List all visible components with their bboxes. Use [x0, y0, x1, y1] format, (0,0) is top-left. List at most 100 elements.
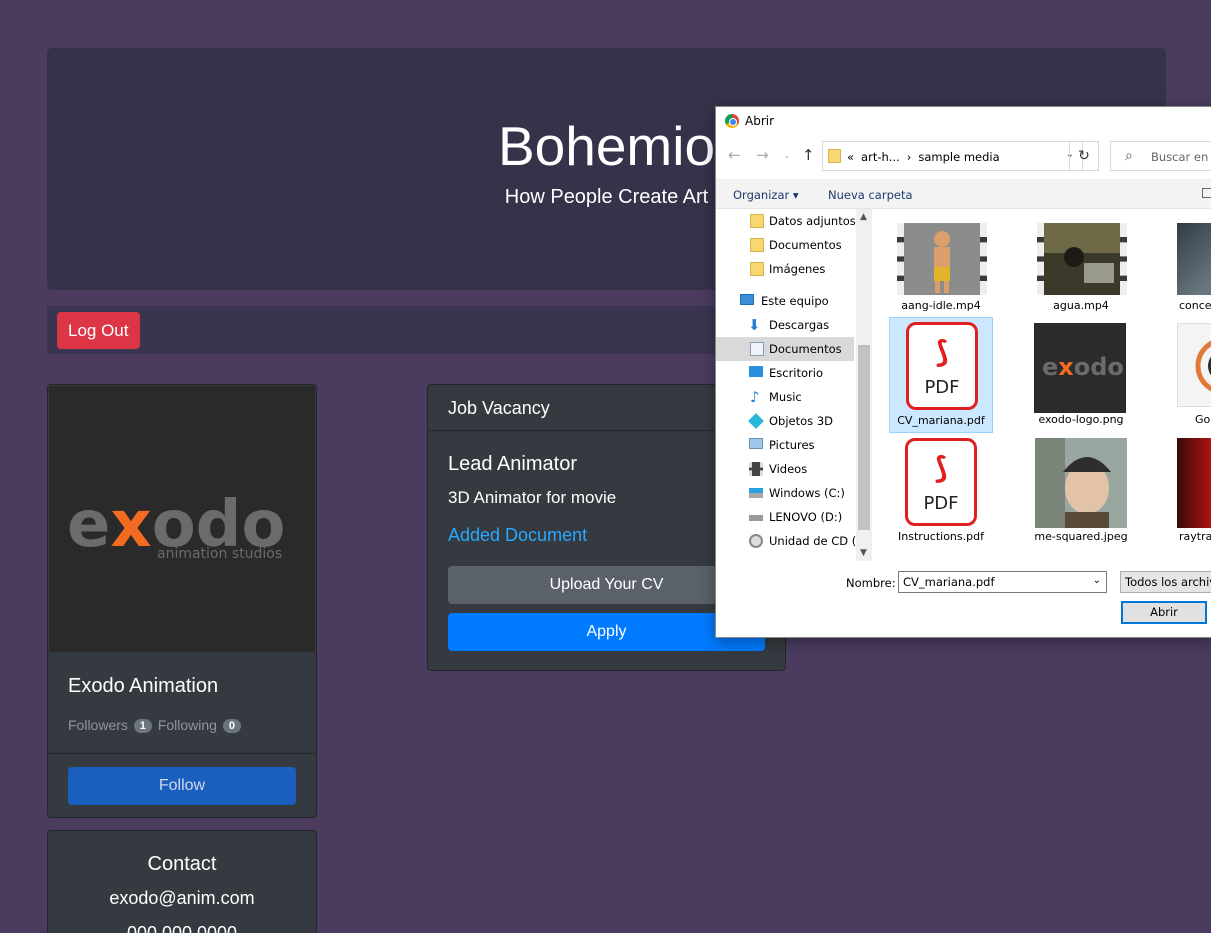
navigation-pane: Datos adjuntos Documentos Imágenes Este … [716, 209, 863, 561]
tree-item-label: Documentos [769, 342, 842, 356]
open-button[interactable]: Abrir [1121, 601, 1207, 624]
contact-email: exodo@anim.com [109, 888, 255, 908]
computer-icon [740, 294, 754, 305]
company-name: Exodo Animation [68, 675, 219, 697]
tree-item-label: Windows (C:) [769, 486, 845, 500]
logout-button[interactable]: Log Out [57, 312, 140, 349]
chevron-down-icon[interactable]: ⌄ [1093, 575, 1101, 586]
acrobat-icon: ⟆ [934, 451, 948, 486]
breadcrumb: « art-h... › sample media [847, 150, 1007, 164]
breadcrumb-overflow: « [847, 150, 855, 164]
tree-item-escritorio[interactable]: Escritorio [716, 361, 856, 385]
cube-icon [748, 413, 764, 429]
followers-badge: 1 [133, 719, 152, 733]
filename-value: CV_mariana.pdf [903, 575, 995, 589]
tree-item-label: Unidad de CD (F [769, 534, 863, 548]
folder-icon [750, 262, 764, 276]
pdf-icon: ⟆ PDF [905, 438, 977, 526]
tree-item-label: Este equipo [761, 294, 829, 308]
file-item-cv-mariana[interactable]: ⟆ PDF CV_mariana.pdf [889, 317, 993, 433]
file-item-raytrac[interactable]: raytrac [1169, 434, 1211, 550]
search-icon: ⌕ [1125, 148, 1133, 164]
view-options-icon[interactable] [1202, 188, 1211, 198]
forward-arrow-icon[interactable]: → [756, 146, 769, 164]
follow-stats: Followers 1 Following 0 [68, 717, 243, 733]
scroll-down-icon[interactable]: ▼ [860, 548, 867, 558]
pdf-icon: ⟆ PDF [906, 322, 978, 410]
file-list: aang-idle.mp4 agua.mp4 conce ⟆ PDF CV_ma… [873, 209, 1211, 561]
filename-input[interactable]: CV_mariana.pdf ⌄ [898, 571, 1107, 593]
image-thumbnail [1035, 438, 1127, 528]
tree-item-cd-drive[interactable]: Unidad de CD (F [716, 529, 863, 553]
refresh-icon[interactable]: ↻ [1069, 141, 1099, 171]
contact-phone: 000 000 0000 [126, 923, 238, 933]
tree-item-documentos[interactable]: Documentos [716, 233, 856, 257]
organize-button[interactable]: Organizar ▾ [733, 188, 799, 202]
contact-card: Contact exodo@anim.com 000 000 0000 [47, 830, 317, 933]
tree-item-objetos-3d[interactable]: Objetos 3D [716, 409, 856, 433]
tree-item-windows-c[interactable]: Windows (C:) [716, 481, 856, 505]
scrollbar-thumb[interactable] [858, 345, 870, 530]
tree-item-label: Documentos [769, 238, 842, 252]
followers-label: Followers [68, 717, 128, 733]
scroll-up-icon[interactable]: ▲ [860, 212, 867, 222]
file-item-agua[interactable]: agua.mp4 [1029, 211, 1133, 327]
file-name: raytrac [1179, 530, 1211, 543]
file-item-gori[interactable]: Gori [1169, 317, 1211, 433]
video-thumbnail [1037, 223, 1127, 295]
tree-item-datos-adjuntos[interactable]: Datos adjuntos [716, 209, 856, 233]
tree-item-videos[interactable]: Videos [716, 457, 856, 481]
file-name: Instructions.pdf [898, 530, 984, 543]
image-thumbnail [1177, 323, 1211, 407]
search-placeholder: Buscar en s [1151, 150, 1211, 164]
job-title: Lead Animator [448, 453, 577, 475]
document-link[interactable]: Added Document [448, 525, 587, 546]
tree-item-label: Music [769, 390, 802, 404]
image-thumbnail [1177, 223, 1211, 295]
file-name: aang-idle.mp4 [901, 299, 981, 312]
breadcrumb-separator: › [906, 150, 912, 164]
svg-text:exodo: exodo [1042, 353, 1124, 381]
tree-item-label: LENOVO (D:) [769, 510, 843, 524]
file-item-aang-idle[interactable]: aang-idle.mp4 [889, 211, 993, 327]
recent-dropdown-icon[interactable]: ⌄ [783, 151, 791, 161]
address-bar[interactable]: «art-h... › sample media ⌄ [822, 141, 1083, 171]
tree-item-este-equipo[interactable]: Este equipo [716, 289, 856, 313]
tree-item-label: Descargas [769, 318, 830, 332]
pdf-icon-label: PDF [923, 493, 959, 514]
breadcrumb-current[interactable]: sample media [918, 150, 999, 164]
video-icon [749, 462, 763, 476]
tree-item-label: Videos [769, 462, 808, 476]
cd-icon [749, 534, 763, 548]
following-badge: 0 [222, 719, 241, 733]
file-item-exodo-logo[interactable]: exodo exodo-logo.png [1029, 317, 1133, 433]
new-folder-button[interactable]: Nueva carpeta [828, 188, 913, 202]
desktop-icon [749, 366, 763, 377]
tree-item-descargas[interactable]: ⬇ Descargas [716, 313, 856, 337]
file-item-me-squared[interactable]: me-squared.jpeg [1029, 434, 1133, 550]
tree-item-lenovo-d[interactable]: LENOVO (D:) [716, 505, 856, 529]
file-item-conce[interactable]: conce [1169, 211, 1211, 327]
search-box[interactable]: ⌕ Buscar en s [1110, 141, 1211, 171]
profile-card: exodo animation studios Exodo Animation … [47, 384, 317, 818]
pdf-icon-label: PDF [924, 377, 960, 398]
image-thumbnail: exodo [1034, 323, 1126, 413]
folder-icon [750, 214, 764, 228]
tree-item-music[interactable]: ♪ Music [716, 385, 856, 409]
file-item-instructions[interactable]: ⟆ PDF Instructions.pdf [889, 434, 993, 550]
breadcrumb-parent[interactable]: art-h... [861, 150, 900, 164]
tree-item-pictures[interactable]: Pictures [716, 433, 856, 457]
music-icon: ♪ [750, 388, 760, 406]
file-type-select[interactable]: Todos los archivos [1120, 571, 1211, 593]
pictures-icon [749, 438, 763, 449]
tree-item-documentos-selected[interactable]: Documentos [716, 337, 854, 361]
tree-scrollbar[interactable]: ▲ ▼ [856, 209, 872, 561]
back-arrow-icon[interactable]: ← [728, 146, 741, 164]
dialog-titlebar: Abrir [716, 107, 1211, 137]
drive-icon [749, 515, 763, 521]
dialog-toolbar: Organizar ▾ Nueva carpeta [716, 179, 1211, 209]
up-arrow-icon[interactable]: ↑ [802, 146, 815, 164]
tree-item-imagenes[interactable]: Imágenes [716, 257, 856, 281]
follow-button[interactable]: Follow [68, 767, 296, 805]
open-file-dialog: Abrir ← → ⌄ ↑ « art-h... › sample media ⌄ ↻… [715, 106, 1211, 638]
